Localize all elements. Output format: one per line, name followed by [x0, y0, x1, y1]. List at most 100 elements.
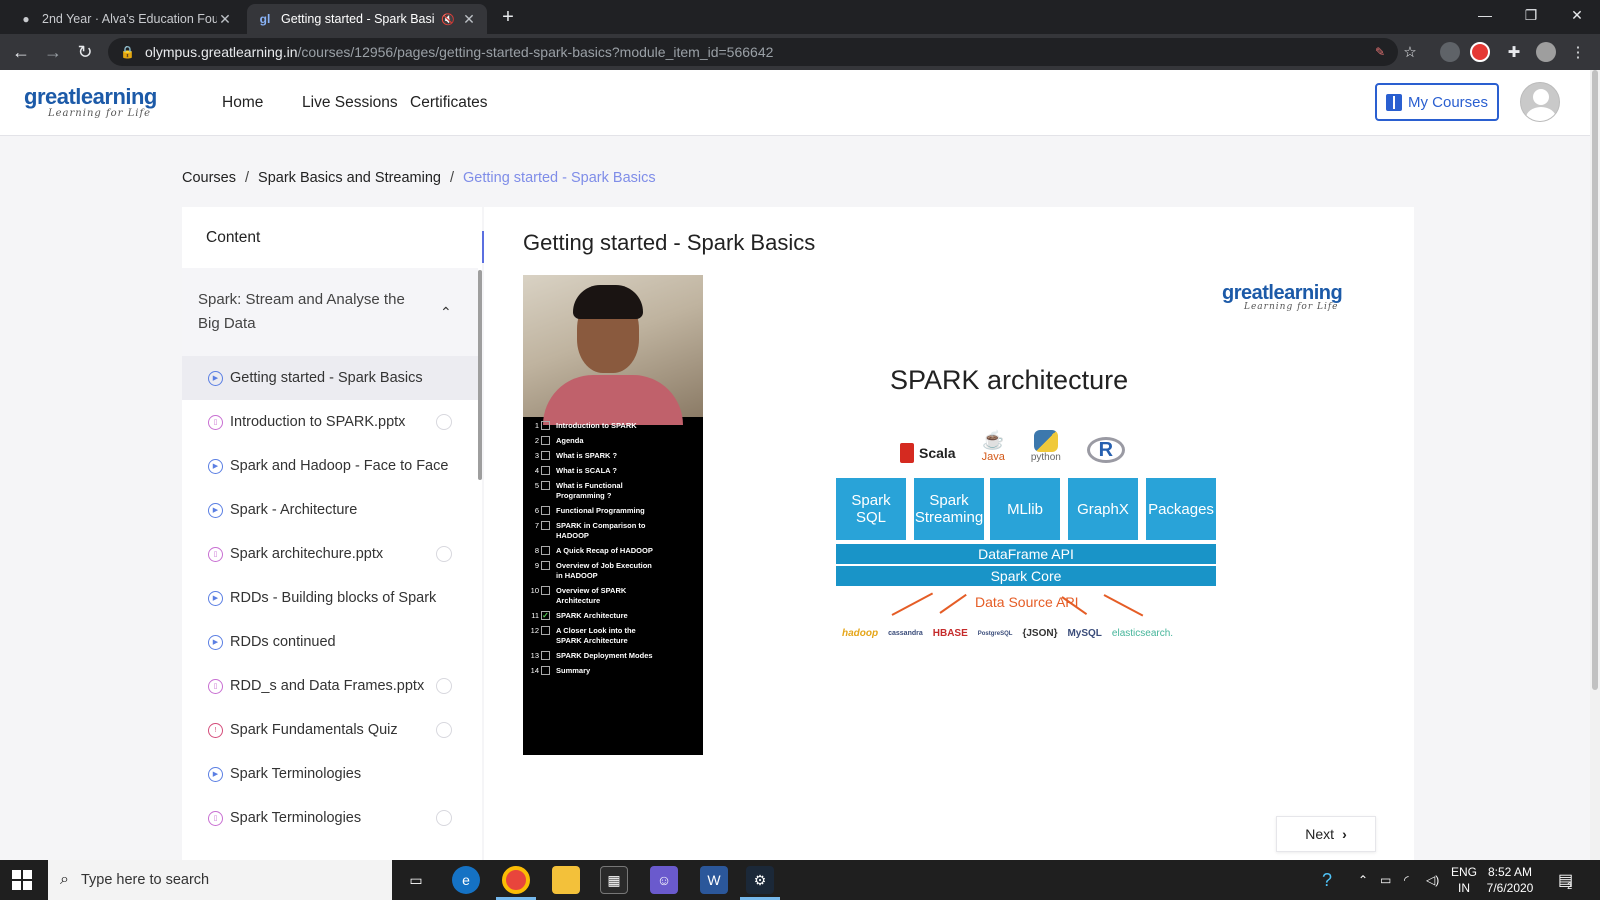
- help-icon[interactable]: ?: [1322, 860, 1332, 900]
- avatar[interactable]: [1520, 82, 1560, 122]
- sidebar-item[interactable]: ! Spark Fundamentals Quiz: [182, 708, 478, 752]
- browser-toolbar: ← → ↻ 🔒 olympus.greatlearning.in /course…: [0, 34, 1600, 70]
- sidebar-item[interactable]: ▶ RDDs - Building blocks of Spark: [182, 576, 478, 620]
- completion-circle-icon[interactable]: [436, 678, 452, 694]
- profile-icon[interactable]: [1536, 42, 1556, 62]
- completion-circle-icon[interactable]: [436, 810, 452, 826]
- tab-getting-started[interactable]: gl Getting started - Spark Basic 🔇 ✕: [247, 4, 487, 34]
- sidebar-item[interactable]: ▶ Spark Terminologies: [182, 752, 478, 796]
- content-title: Content: [206, 229, 261, 246]
- sidebar-item[interactable]: ▶ Spark - Architecture: [182, 488, 478, 532]
- sidebar-item-label: RDDs - Building blocks of Spark: [230, 590, 437, 606]
- windows-start-icon[interactable]: [12, 870, 32, 890]
- sidebar-item[interactable]: ▯ Introduction to SPARK.pptx: [182, 400, 478, 444]
- recording-extension-icon[interactable]: [1470, 42, 1490, 62]
- store-icon[interactable]: ▦: [600, 866, 628, 894]
- nav-live-sessions[interactable]: Live Sessions: [302, 94, 398, 112]
- restore-button[interactable]: ❐: [1508, 0, 1554, 30]
- clock[interactable]: 8:52 AM 7/6/2020: [1480, 864, 1540, 896]
- module-header[interactable]: Spark: Stream and Analyse the Big Data ⌃: [182, 268, 478, 356]
- agenda-item: 12 A Closer Look into the SPARK Architect…: [530, 626, 636, 645]
- menu-kebab-icon[interactable]: ⋮: [1566, 40, 1590, 64]
- close-icon[interactable]: ✕: [217, 11, 233, 28]
- forward-button[interactable]: →: [42, 41, 64, 63]
- sidebar-item-label: Introduction to SPARK.pptx: [230, 414, 406, 430]
- lock-icon[interactable]: 🔒: [120, 45, 135, 59]
- window-close-button[interactable]: ✕: [1554, 0, 1600, 30]
- next-button[interactable]: Next ›: [1276, 816, 1376, 852]
- greatlearning-logo[interactable]: greatlearning Learning for Life: [24, 84, 157, 119]
- breadcrumb-courses[interactable]: Courses: [182, 170, 236, 186]
- document-icon: ▯: [208, 810, 223, 826]
- nav-certificates[interactable]: Certificates: [410, 94, 488, 112]
- sidebar-item[interactable]: ▯ RDD_s and Data Frames.pptx: [182, 664, 478, 708]
- tray-chevron-up-icon[interactable]: ⌃: [1358, 860, 1368, 900]
- tile-mllib: MLlib: [990, 478, 1060, 540]
- sidebar-item-label: Spark Terminologies: [230, 766, 362, 782]
- tab-alvas[interactable]: ● 2nd Year · Alva's Education Found ✕: [8, 4, 243, 34]
- notifications-icon[interactable]: ▤ 2: [1558, 860, 1573, 900]
- battery-icon[interactable]: ▭: [1380, 860, 1391, 900]
- agenda-list: 1 Introduction to SPARK 2 Agenda 3 What is SP…: [529, 421, 699, 681]
- data-sources: hadoop cassandra HBASE PostgreSQL {JSON}…: [842, 628, 1174, 639]
- agenda-item: 3 What is SPARK ?: [534, 451, 618, 460]
- java-logo: ☕ Java: [981, 430, 1005, 463]
- nav-home[interactable]: Home: [222, 94, 263, 112]
- presenter-camera: [523, 275, 703, 425]
- sidebar-scrollbar[interactable]: [478, 270, 482, 480]
- reload-button[interactable]: ↻: [74, 41, 96, 63]
- agenda-item: 10 Overview of SPARK Architecture: [530, 586, 627, 605]
- address-bar[interactable]: 🔒 olympus.greatlearning.in /courses/1295…: [108, 38, 1398, 66]
- chrome-icon[interactable]: [502, 866, 530, 894]
- discord-icon[interactable]: ☺: [650, 866, 678, 894]
- presenter-video[interactable]: 1 Introduction to SPARK 2 Agenda 3 What is SP…: [523, 275, 703, 755]
- back-button[interactable]: ←: [10, 41, 32, 63]
- checkbox-icon: [541, 481, 550, 490]
- word-icon[interactable]: W: [700, 866, 728, 894]
- steam-icon[interactable]: ⚙: [746, 866, 774, 894]
- sidebar-item[interactable]: ▶ Getting started - Spark Basics: [182, 356, 478, 400]
- sidebar-item[interactable]: ▯ Spark architechure.pptx: [182, 532, 478, 576]
- r-logo: R: [1086, 437, 1125, 463]
- agenda-item: 5 What is Functional Programming ?: [534, 481, 623, 500]
- agenda-item: 6 Functional Programming: [534, 506, 645, 515]
- chevron-up-icon[interactable]: ⌃: [440, 304, 452, 321]
- checkbox-icon: [541, 466, 550, 475]
- sidebar-item[interactable]: ▶ RDDs continued: [182, 620, 478, 664]
- new-tab-button[interactable]: +: [496, 6, 520, 29]
- site-header: greatlearning Learning for Life Home Liv…: [0, 70, 1600, 136]
- completion-circle-icon[interactable]: [436, 546, 452, 562]
- sidebar-item[interactable]: ▯ Spark Terminologies: [182, 796, 478, 840]
- play-circle-icon: ▶: [208, 634, 223, 650]
- input-language[interactable]: ENG IN: [1446, 864, 1482, 896]
- sidebar-item[interactable]: ▶ Spark and Hadoop - Face to Face: [182, 444, 478, 488]
- agenda-item: 4 What is SCALA ?: [534, 466, 617, 475]
- taskbar-search-input[interactable]: ⌕ Type here to search: [48, 860, 392, 900]
- extension-icon[interactable]: [1440, 42, 1460, 62]
- minimize-button[interactable]: —: [1462, 0, 1508, 30]
- tile-graphx: GraphX: [1068, 478, 1138, 540]
- page-scrollbar[interactable]: [1590, 70, 1600, 860]
- github-icon: ●: [22, 12, 30, 26]
- content-sidebar: Content Spark: Stream and Analyse the Bi…: [182, 207, 482, 860]
- checkbox-icon: [541, 421, 550, 430]
- sidebar-item-label: Spark Fundamentals Quiz: [230, 722, 398, 738]
- wifi-icon[interactable]: ◜: [1404, 860, 1409, 900]
- task-view-icon[interactable]: ▭: [402, 866, 430, 894]
- completion-circle-icon[interactable]: [436, 722, 452, 738]
- bookmark-star-icon[interactable]: ☆: [1398, 40, 1422, 64]
- checkbox-icon: [541, 506, 550, 515]
- completion-circle-icon[interactable]: [436, 414, 452, 430]
- edge-icon[interactable]: e: [452, 866, 480, 894]
- blocked-popup-icon[interactable]: ✎: [1368, 40, 1392, 64]
- quiz-icon: !: [208, 722, 223, 738]
- close-icon[interactable]: ✕: [461, 11, 477, 28]
- extensions-puzzle-icon[interactable]: ✚: [1502, 40, 1526, 64]
- breadcrumb-course[interactable]: Spark Basics and Streaming: [258, 170, 441, 186]
- my-courses-button[interactable]: My Courses: [1375, 83, 1499, 121]
- agenda-item: 7 SPARK in Comparison to HADOOP: [534, 521, 646, 540]
- checkbox-icon: [541, 436, 550, 445]
- muted-audio-icon[interactable]: 🔇: [441, 13, 455, 26]
- volume-icon[interactable]: ◁): [1426, 860, 1439, 900]
- file-explorer-icon[interactable]: [552, 866, 580, 894]
